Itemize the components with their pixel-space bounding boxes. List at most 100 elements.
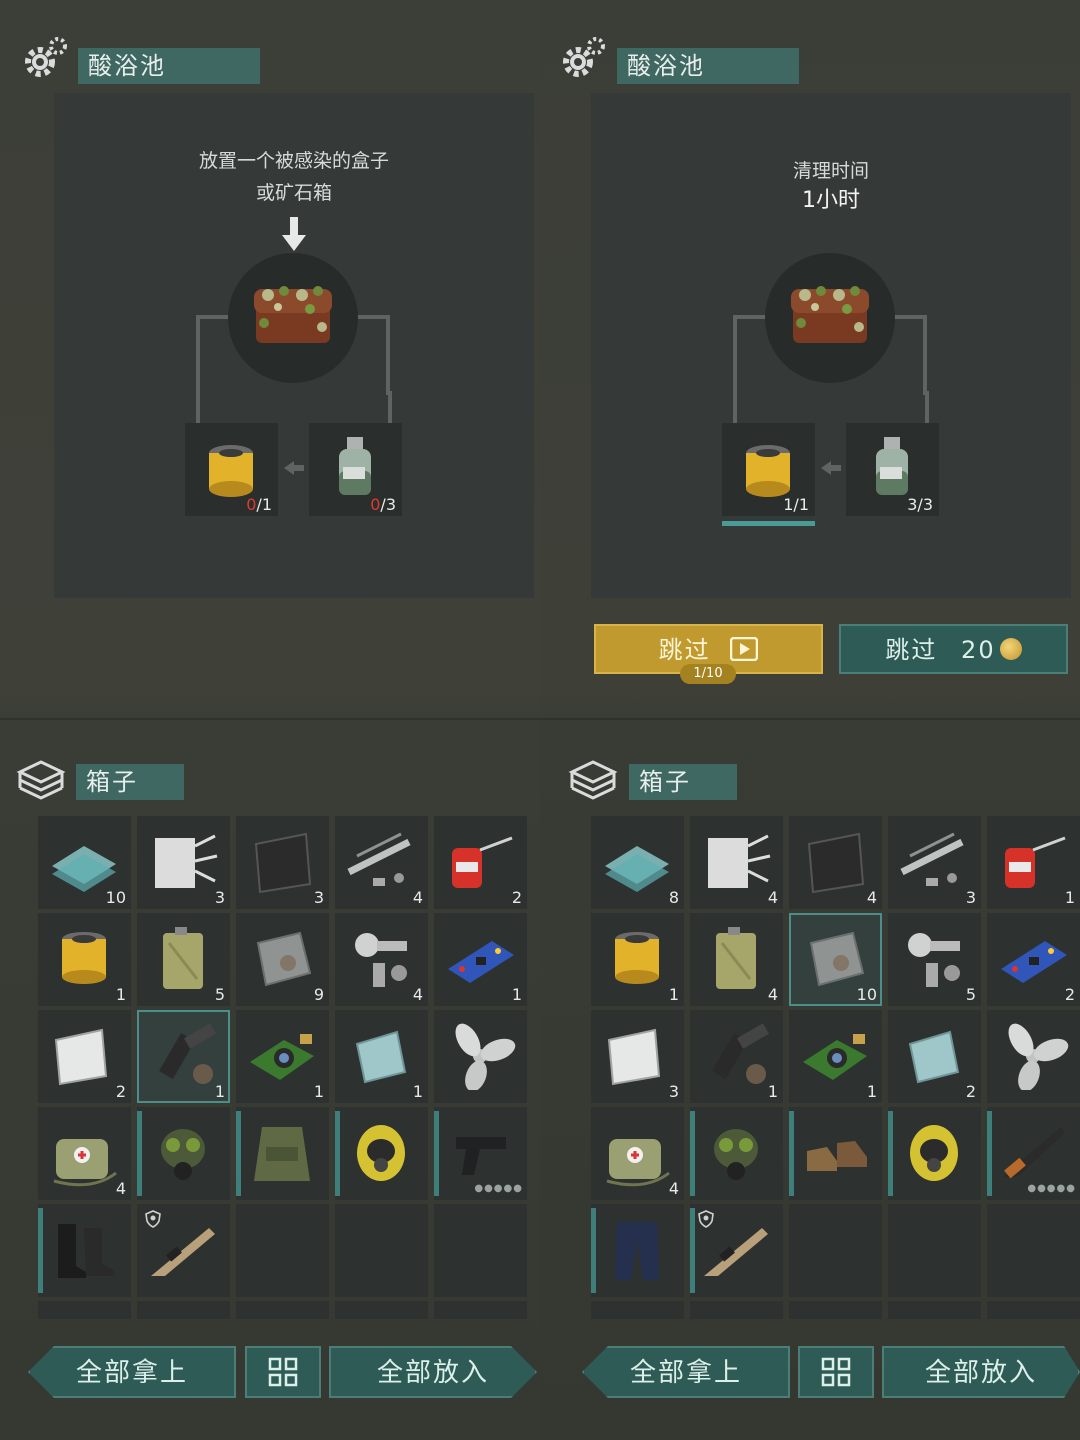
item-quantity: 1 — [1064, 888, 1075, 907]
inventory-slot[interactable] — [38, 1204, 131, 1297]
inventory-slot[interactable]: 4 — [38, 1107, 131, 1200]
item-quantity: 9 — [313, 985, 324, 1004]
inventory-slot[interactable]: 2 — [987, 913, 1080, 1006]
item-quantity: 3 — [668, 1082, 679, 1101]
inventory-slot[interactable]: 2 — [38, 1010, 131, 1103]
inventory-slot[interactable]: 4 — [591, 1107, 684, 1200]
inventory-slot[interactable]: 3 — [591, 1010, 684, 1103]
inventory-slot[interactable]: 1 — [434, 913, 527, 1006]
sort-button[interactable] — [245, 1346, 321, 1398]
inventory-slot[interactable] — [591, 1204, 684, 1297]
inventory-slot[interactable]: 3 — [236, 816, 329, 909]
flow-line-right-down — [352, 391, 392, 423]
filter-slot[interactable]: 1/1 — [722, 423, 815, 526]
empty-slot[interactable] — [987, 1204, 1080, 1297]
equipment-marker — [690, 1208, 695, 1293]
inventory-slot[interactable] — [789, 1107, 882, 1200]
inventory-slot[interactable] — [987, 1010, 1080, 1103]
gas-mask-icon — [161, 1129, 205, 1180]
item-quantity: 3 — [313, 888, 324, 907]
empty-slot[interactable] — [789, 1204, 882, 1297]
item-quantity: 5 — [965, 985, 976, 1004]
inventory-slot[interactable]: 9 — [236, 913, 329, 1006]
partial-slot — [690, 1301, 783, 1319]
put-all-button[interactable]: 全部放入 — [882, 1346, 1080, 1398]
gear-icon — [25, 37, 67, 77]
inventory-slot[interactable]: 1 — [591, 913, 684, 1006]
inventory-slot[interactable]: 4 — [690, 816, 783, 909]
put-all-button[interactable]: 全部放入 — [329, 1346, 537, 1398]
take-all-button[interactable]: 全部拿上 — [28, 1346, 236, 1398]
inventory-slot[interactable] — [335, 1107, 428, 1200]
inventory-slot[interactable]: ●●●●● — [987, 1107, 1080, 1200]
input-slot-box[interactable] — [765, 253, 895, 383]
box-stack-icon — [568, 760, 618, 800]
inventory-slot[interactable]: 10 — [38, 816, 131, 909]
glass-plate-icon — [355, 1030, 407, 1084]
input-slot-box[interactable] — [228, 253, 358, 383]
inventory-slot[interactable]: 1 — [335, 1010, 428, 1103]
skip-coin-button[interactable]: 跳过 20 — [839, 624, 1068, 674]
inventory-slot[interactable]: 3 — [137, 816, 230, 909]
inventory-slot[interactable] — [137, 1107, 230, 1200]
inventory-slot[interactable] — [690, 1107, 783, 1200]
inventory-slot[interactable]: 8 — [591, 816, 684, 909]
acid-bath-area: 放置一个被感染的盒子 或矿石箱 0/1 0/3 — [54, 93, 534, 598]
empty-slot[interactable] — [236, 1204, 329, 1297]
inventory-slot[interactable] — [137, 1204, 230, 1297]
equipment-marker — [434, 1111, 439, 1196]
sort-button[interactable] — [798, 1346, 874, 1398]
filter-slot[interactable]: 0/1 — [185, 423, 278, 516]
inventory-slot[interactable]: 4 — [335, 913, 428, 1006]
take-all-button[interactable]: 全部拿上 — [582, 1346, 790, 1398]
item-quantity: 5 — [214, 985, 225, 1004]
inventory-slot[interactable]: 5 — [137, 913, 230, 1006]
inventory-slot[interactable]: 2 — [888, 1010, 981, 1103]
inventory-slot[interactable]: 1 — [987, 816, 1080, 909]
item-quantity: 10 — [856, 985, 877, 1004]
acid-slot[interactable]: 0/3 — [309, 423, 402, 516]
timer-label: 清理时间 — [792, 160, 869, 182]
inventory-slot[interactable]: 1 — [38, 913, 131, 1006]
filter-count: 1/1 — [783, 495, 809, 514]
flow-line-left-down — [196, 391, 236, 423]
inventory-slot[interactable] — [888, 1107, 981, 1200]
inventory-slot[interactable]: 4 — [335, 816, 428, 909]
steel-sheet-icon — [54, 1028, 108, 1086]
inventory-slot[interactable]: 1 — [690, 1010, 783, 1103]
box-title: 箱子 — [629, 764, 737, 800]
inventory-slot[interactable]: 1 — [137, 1010, 230, 1103]
inventory-slot[interactable] — [690, 1204, 783, 1297]
inventory-slot[interactable] — [236, 1107, 329, 1200]
partial-slot — [987, 1301, 1080, 1319]
hint-line-1: 放置一个被感染的盒子 — [198, 150, 389, 172]
hazmat-hood-icon — [357, 1125, 405, 1181]
empty-slot[interactable] — [888, 1204, 981, 1297]
skip-ad-count: 1/10 — [680, 664, 736, 684]
inventory-slot[interactable]: 3 — [888, 816, 981, 909]
inventory-slot[interactable] — [434, 1010, 527, 1103]
inventory-slot[interactable]: 1 — [236, 1010, 329, 1103]
inventory-slot[interactable]: 2 — [434, 816, 527, 909]
empty-slot[interactable] — [335, 1204, 428, 1297]
item-quantity: 3 — [214, 888, 225, 907]
acid-count: 0/3 — [370, 495, 396, 514]
inventory-slot[interactable]: 5 — [888, 913, 981, 1006]
coin-icon — [999, 638, 1022, 660]
inventory-slot[interactable]: 4 — [690, 913, 783, 1006]
equipment-marker — [789, 1111, 794, 1196]
partial-slot — [591, 1301, 684, 1319]
propeller-icon — [1008, 1023, 1069, 1090]
inventory-slot[interactable]: 4 — [789, 816, 882, 909]
inventory-slot[interactable]: ●●●●● — [434, 1107, 527, 1200]
acid-slot[interactable]: 3/3 — [846, 423, 939, 516]
item-quantity: 1 — [313, 1082, 324, 1101]
item-quantity: 4 — [412, 985, 423, 1004]
inventory-slot[interactable]: 1 — [789, 1010, 882, 1103]
section-divider — [0, 718, 540, 720]
steel-sheet-icon — [607, 1028, 661, 1086]
durability-dots: ●●●●● — [474, 1183, 523, 1194]
empty-slot[interactable] — [434, 1204, 527, 1297]
arrow-left-icon — [821, 461, 841, 475]
inventory-slot[interactable]: 10 — [789, 913, 882, 1006]
